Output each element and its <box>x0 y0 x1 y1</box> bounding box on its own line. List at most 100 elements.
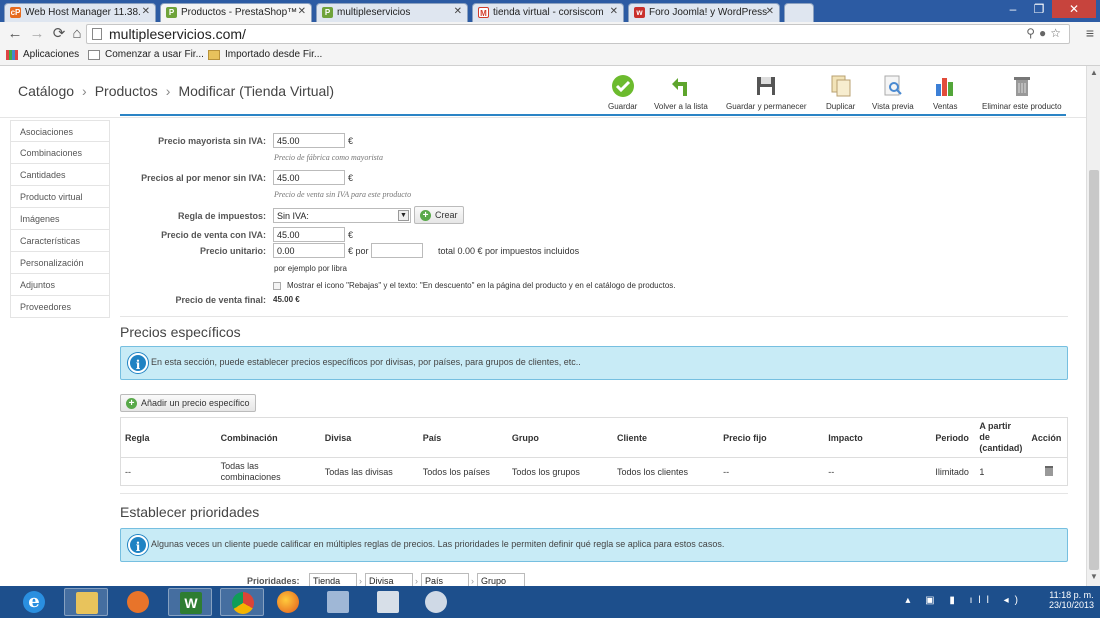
clock[interactable]: 11:18 p. m. 23/10/2013 <box>1049 590 1094 610</box>
final-price-label: Precio de venta final: <box>175 295 266 305</box>
sidebar-item-cantidades[interactable]: Cantidades <box>10 164 110 186</box>
tax-rule-select[interactable]: Sin IVA: ▼ <box>273 208 411 223</box>
browser-tab-2[interactable]: P Productos - PrestaShop™ ✕ <box>160 3 312 22</box>
browser-tab-bar: cP Web Host Manager 11.38. ✕ P Productos… <box>0 0 1100 22</box>
window-close-icon[interactable]: ✕ <box>1052 0 1096 18</box>
table-cell <box>1027 458 1067 486</box>
internet-explorer-icon[interactable]: e <box>12 588 56 616</box>
create-tax-rule-button[interactable]: + Crear <box>414 206 464 224</box>
sidebar-item-imagenes[interactable]: Imágenes <box>10 208 110 230</box>
unit-per-label: € por <box>348 246 369 256</box>
menu-icon[interactable]: ≡ <box>1086 25 1094 41</box>
sidebar-item-adjuntos[interactable]: Adjuntos <box>10 274 110 296</box>
tab-title: tienda virtual - corsiscom <box>493 7 604 18</box>
close-icon[interactable]: ✕ <box>610 6 618 17</box>
retail-price-input[interactable]: 45.00 <box>273 170 345 185</box>
back-icon[interactable]: ← <box>6 25 24 43</box>
priority-select-1[interactable]: Tienda <box>309 573 357 586</box>
chrome-icon[interactable] <box>220 588 264 616</box>
column-header: Impacto <box>824 417 932 458</box>
close-icon[interactable]: ✕ <box>142 6 150 17</box>
close-icon[interactable]: ✕ <box>298 6 306 17</box>
table-cell: Todos los grupos <box>511 466 580 477</box>
price-with-tax-input[interactable]: 45.00 <box>273 227 345 242</box>
home-icon[interactable]: ⌂ <box>68 25 86 43</box>
add-specific-price-button[interactable]: + Añadir un precio específico <box>120 394 256 412</box>
column-header: Combinación <box>216 417 321 458</box>
sales-button[interactable]: Ventas <box>933 74 957 111</box>
sidebar-item-producto-virtual[interactable]: Producto virtual <box>10 186 110 208</box>
product-tabs-sidebar: Asociaciones Combinaciones Cantidades Pr… <box>10 120 110 318</box>
calculator-icon[interactable] <box>366 588 410 616</box>
delete-icon[interactable] <box>1045 465 1054 476</box>
maximize-icon[interactable]: ❐ <box>1026 0 1052 18</box>
wholesale-price-hint: Precio de fábrica como mayorista <box>274 153 384 162</box>
close-icon[interactable]: ✕ <box>454 6 462 17</box>
app-icon[interactable] <box>116 588 160 616</box>
currency-symbol: € <box>348 230 354 240</box>
divider <box>120 493 1068 494</box>
unit-price-input[interactable]: 0.00 <box>273 243 345 258</box>
sidebar-item-caracteristicas[interactable]: Características <box>10 230 110 252</box>
page-icon <box>88 50 100 60</box>
page-content: Catálogo › Productos › Modificar (Tienda Vir… <box>0 66 1086 586</box>
delete-product-button[interactable]: Eliminar este producto <box>982 74 1062 111</box>
sidebar-item-asociaciones[interactable]: Asociaciones <box>10 120 110 142</box>
sidebar-item-proveedores[interactable]: Proveedores <box>10 296 110 318</box>
new-tab-button[interactable] <box>784 3 814 22</box>
omnibox-tools-icon[interactable]: ⚲●☆ <box>1026 26 1065 40</box>
priority-select-2[interactable]: Divisa <box>365 573 413 586</box>
close-icon[interactable]: ✕ <box>766 6 774 17</box>
scroll-down-icon[interactable]: ▼ <box>1087 572 1100 584</box>
minimize-icon[interactable]: – <box>1000 0 1026 18</box>
wholesale-price-input[interactable]: 45.00 <box>273 133 345 148</box>
save-and-stay-button[interactable]: Guardar y permanecer <box>726 74 806 111</box>
table-cell: Todos los clientes <box>617 466 689 477</box>
apps-grid-icon <box>6 50 18 60</box>
priority-separator: › <box>471 576 474 586</box>
back-to-list-button[interactable]: Volver a la lista <box>654 74 708 111</box>
bookmark-comenzar[interactable]: Comenzar a usar Fir... <box>88 49 204 60</box>
tab-title: Productos - PrestaShop™ <box>181 7 298 18</box>
add-icon: + <box>420 210 431 221</box>
save-button[interactable]: Guardar <box>608 74 637 111</box>
paint-icon[interactable] <box>414 588 458 616</box>
preview-button[interactable]: Vista previa <box>872 74 914 111</box>
browser-tab-1[interactable]: cP Web Host Manager 11.38. ✕ <box>4 3 156 22</box>
table-cell: Ilimitado <box>935 466 969 477</box>
on-sale-checkbox[interactable] <box>273 282 281 290</box>
scroll-thumb[interactable] <box>1089 170 1099 570</box>
clock-date: 23/10/2013 <box>1048 600 1094 610</box>
word-icon[interactable]: W <box>168 588 212 616</box>
column-header: Acción <box>1027 417 1068 458</box>
unit-per-input[interactable] <box>371 243 423 258</box>
browser-tab-3[interactable]: P multipleservicios ✕ <box>316 3 468 22</box>
network-app-icon[interactable] <box>316 588 360 616</box>
column-header: Precio fijo <box>719 417 825 458</box>
breadcrumb: Catálogo › Productos › Modificar (Tienda Vir… <box>18 83 335 99</box>
sidebar-item-personalizacion[interactable]: Personalización <box>10 252 110 274</box>
priority-separator: › <box>415 576 418 586</box>
reload-icon[interactable]: ⟳ <box>50 25 68 43</box>
sidebar-item-combinaciones[interactable]: Combinaciones <box>10 142 110 164</box>
page-scrollbar[interactable]: ▲ ▼ <box>1086 66 1100 586</box>
duplicate-button[interactable]: Duplicar <box>826 74 855 111</box>
url-input[interactable]: multipleservicios.com/ ⚲●☆ <box>86 24 1070 44</box>
priority-select-3[interactable]: País <box>421 573 469 586</box>
breadcrumb-productos[interactable]: Productos <box>95 83 158 99</box>
breadcrumb-catalogo[interactable]: Catálogo <box>18 83 74 99</box>
clock-time: 11:18 p. m. <box>1049 590 1094 600</box>
bookmark-apps[interactable]: Aplicaciones <box>6 49 79 60</box>
file-explorer-icon[interactable] <box>64 588 108 616</box>
retail-price-hint: Precio de venta sin IVA para este produc… <box>274 190 412 199</box>
forward-icon[interactable]: → <box>28 25 46 43</box>
scroll-up-icon[interactable]: ▲ <box>1087 68 1100 80</box>
table-cell: -- <box>723 466 730 477</box>
folder-icon <box>208 50 220 60</box>
system-tray-icons[interactable]: ▴ ▣ ▮ ıll ◂) <box>905 595 1024 606</box>
bookmark-importado[interactable]: Importado desde Fir... <box>208 49 322 60</box>
firefox-icon[interactable] <box>266 588 310 616</box>
priority-select-4[interactable]: Grupo <box>477 573 525 586</box>
browser-tab-4[interactable]: M tienda virtual - corsiscom ✕ <box>472 3 624 22</box>
browser-tab-5[interactable]: w Foro Joomla! y WordPress ✕ <box>628 3 780 22</box>
